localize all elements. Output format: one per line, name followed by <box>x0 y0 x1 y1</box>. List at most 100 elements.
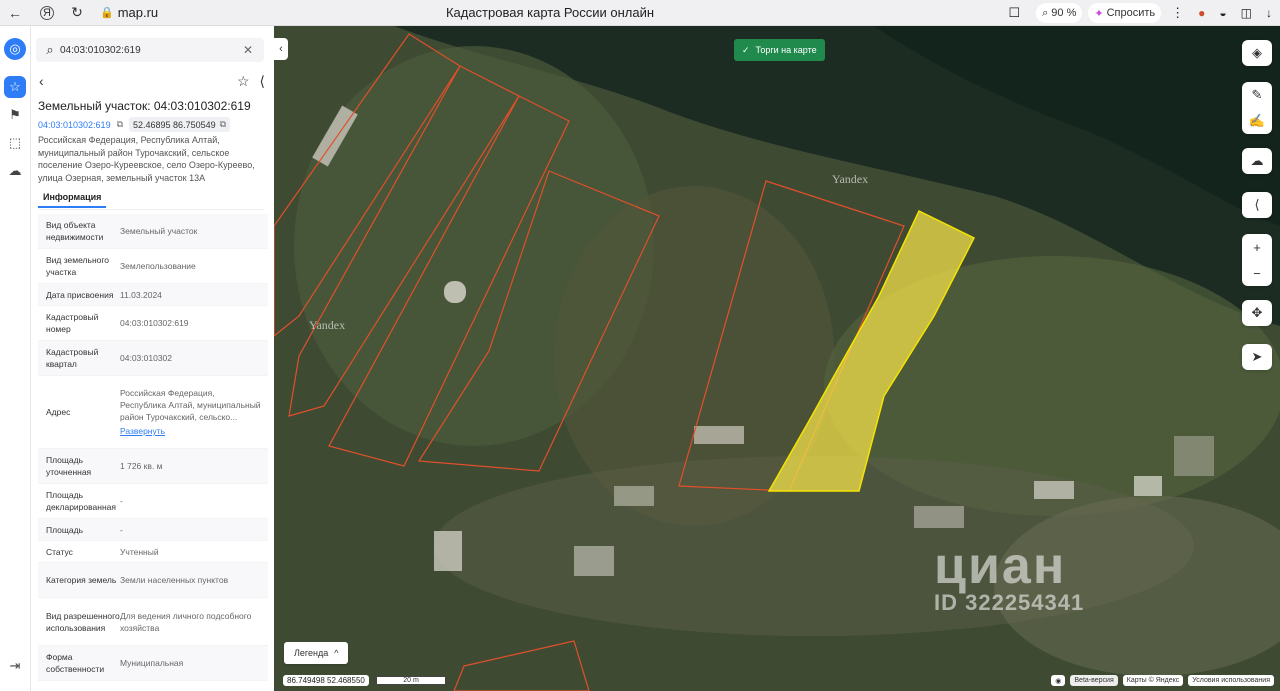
row-value: Российская Федерация, Республика Алтай, … <box>120 387 268 437</box>
pencil-icon[interactable]: ✎ <box>1242 82 1272 108</box>
row-value: Для ведения личного подсобного хозяйства <box>120 610 252 633</box>
torgi-label: Торги на карте <box>755 45 817 55</box>
app-logo-icon[interactable]: ◎ <box>4 38 26 60</box>
row-key: Вид земельного участка <box>46 255 110 277</box>
yandex-map-label: Yandex <box>832 172 869 186</box>
scale-bar: 20 m <box>376 676 446 685</box>
reload-icon[interactable]: ↻ <box>66 2 88 24</box>
table-row: Категория земель Земли населенных пунктов <box>38 563 268 598</box>
watermark-brand: циан <box>934 537 1067 595</box>
row-value: 11.03.2024 <box>120 289 162 300</box>
copy-coords-icon[interactable]: ⧉ <box>220 119 226 130</box>
star-icon[interactable]: ☆ <box>237 73 250 90</box>
favorites-icon[interactable]: ☆ <box>4 76 26 98</box>
ask-label: Спросить <box>1106 7 1156 19</box>
draw-controls: ✎ ✍ <box>1242 82 1272 134</box>
zoom-icon: ⌕ <box>1042 6 1049 19</box>
row-value: 1 726 кв. м <box>120 461 163 471</box>
zoom-controls: + − <box>1242 234 1272 286</box>
move-control: ✥ <box>1242 300 1272 326</box>
satellite-imagery <box>274 26 1280 691</box>
yandex-map-label-2: Yandex <box>309 318 346 332</box>
locate-icon[interactable]: ➤ <box>1242 344 1272 370</box>
table-row: Площадь декларированная - <box>38 484 268 519</box>
edit-icon[interactable]: ✍ <box>1242 108 1272 134</box>
ask-icon: ✦ <box>1094 7 1104 20</box>
zoom-in-icon[interactable]: + <box>1242 234 1272 260</box>
layers-icon[interactable]: ◈ <box>1242 40 1272 66</box>
select-area-icon[interactable]: ⬚ <box>4 132 26 154</box>
address-short: Российская Федерация, Республика Алтай, … <box>120 388 261 422</box>
cursor-coordinates: 86.749498 52.468550 <box>283 675 369 686</box>
back-arrow-icon[interactable]: ‹ <box>39 73 44 89</box>
cian-watermark: циан ID 322254341 <box>934 536 1084 616</box>
zoom-out-icon[interactable]: − <box>1242 260 1272 286</box>
tab-info[interactable]: Информация <box>38 188 107 208</box>
row-value: Землепользование <box>120 261 196 271</box>
extension-icon[interactable]: ● <box>1198 6 1205 20</box>
row-key: Вид объекта недвижимости <box>46 220 104 242</box>
zoom-value: 90 % <box>1051 7 1077 19</box>
row-key: Категория земель <box>46 575 117 585</box>
download-icon[interactable]: ↓ <box>1266 6 1272 20</box>
table-row: Статус Учтенный <box>38 541 268 563</box>
row-key: Площадь декларированная <box>46 490 116 512</box>
row-key: Адрес <box>46 407 71 417</box>
info-icon[interactable]: ◉ <box>1051 675 1066 686</box>
copy-icon[interactable]: ⧉ <box>117 119 123 130</box>
map-view[interactable]: Yandex Yandex ‹ ✓ Торги на карте ◈ ✎ ✍ ☁… <box>274 26 1280 691</box>
url-text: map.ru <box>117 5 159 20</box>
bookmark-icon[interactable]: ☐ <box>1008 5 1020 21</box>
row-key: Площадь уточненная <box>46 455 92 477</box>
extension-icon-3[interactable]: ◫ <box>1241 6 1252 20</box>
flag-icon[interactable]: ⚑ <box>4 104 26 126</box>
search-icon: ⌕ <box>46 42 54 57</box>
row-key: Форма собственности <box>46 652 105 674</box>
table-row: Вид объекта недвижимости Земельный участо… <box>38 214 268 249</box>
clear-icon[interactable]: ✕ <box>240 43 256 57</box>
address-bar[interactable]: 🔒 map.ru <box>94 2 164 24</box>
cadastral-link[interactable]: 04:03:010302:619 <box>38 120 111 130</box>
logout-icon[interactable]: ⇥ <box>4 655 26 677</box>
expand-link[interactable]: Развернуть <box>120 425 262 437</box>
terms-link[interactable]: Условия использования <box>1188 675 1274 686</box>
search-input[interactable] <box>60 44 240 56</box>
page-title: Кадастровая карта России онлайн <box>445 5 655 20</box>
upload-control: ☁ <box>1242 148 1272 174</box>
cloud-upload-icon[interactable]: ☁ <box>1242 148 1272 174</box>
row-value: - <box>120 524 123 535</box>
table-row: Дата присвоения 11.03.2024 <box>38 284 268 306</box>
row-value: Земли населенных пунктов <box>120 575 229 585</box>
collapse-panel-button[interactable]: ‹ <box>274 38 288 60</box>
table-row: Площадь уточненная 1 726 кв. м <box>38 449 268 484</box>
beta-badge: Beta-версия <box>1070 675 1118 686</box>
yandex-icon[interactable]: Я <box>40 5 54 20</box>
table-row: Адрес Российская Федерация, Республика Ал… <box>38 376 268 449</box>
table-row: Вид разрешенного использования Для ведени… <box>38 598 268 646</box>
object-title: Земельный участок: 04:03:010302:619 <box>38 99 251 113</box>
table-row: Кадастровый квартал 04:03:010302 <box>38 341 268 376</box>
object-address: Российская Федерация, Республика Алтай, … <box>38 135 255 183</box>
cloud-icon[interactable]: ☁ <box>4 160 26 182</box>
table-row: Вид земельного участка Землепользование <box>38 249 268 284</box>
share-map-icon[interactable]: ⟨ <box>1242 192 1272 218</box>
row-key: Площадь <box>46 524 84 535</box>
legend-button[interactable]: Легенда ^ <box>284 642 349 664</box>
share-icon[interactable]: ⟨ <box>260 73 265 90</box>
table-row: Площадь - <box>38 519 268 541</box>
back-icon[interactable]: ← <box>4 2 26 24</box>
row-key: Дата присвоения <box>46 289 114 300</box>
extension-icon-2[interactable]: ◒ <box>1219 6 1226 20</box>
row-key: Кадастровый квартал <box>46 347 99 369</box>
ask-button[interactable]: ✦ Спросить <box>1088 3 1162 23</box>
more-icon[interactable]: ⋮ <box>1171 5 1184 21</box>
row-value: 04:03:010302:619 <box>120 318 189 328</box>
map-footer: ◉ Beta-версия Карты © Яндекс Условия исп… <box>1051 675 1274 686</box>
chevron-up-icon: ^ <box>334 648 339 658</box>
torgi-button[interactable]: ✓ Торги на карте <box>734 39 825 61</box>
zoom-indicator[interactable]: ⌕ 90 % <box>1036 3 1083 23</box>
browser-toolbar: ← Я ↻ 🔒 map.ru Кадастровая карта России … <box>0 0 1280 26</box>
row-key: Статус <box>46 546 73 557</box>
move-icon[interactable]: ✥ <box>1242 300 1272 326</box>
coordinates-chip[interactable]: 52.46895 86.750549 ⧉ <box>129 117 231 132</box>
